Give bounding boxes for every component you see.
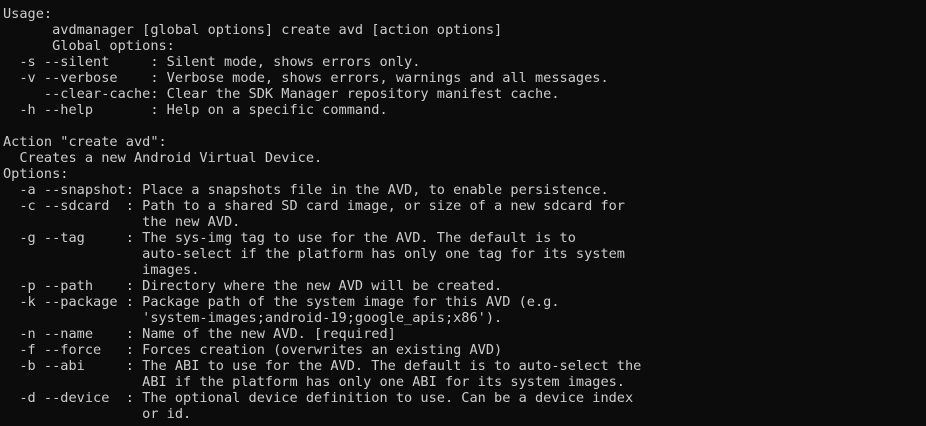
option-path: -p --path : Directory where the new AVD …: [3, 278, 503, 294]
option-abi-cont: ABI if the platform has only one ABI for…: [3, 374, 625, 390]
option-device-cont: or id.: [3, 406, 192, 422]
option-force: -f --force : Forces creation (overwrites…: [3, 342, 503, 358]
terminal-console[interactable]: Usage: avdmanager [global options] creat…: [0, 0, 926, 426]
action-description: Creates a new Android Virtual Device.: [3, 150, 323, 166]
option-sdcard: -c --sdcard : Path to a shared SD card i…: [3, 198, 625, 214]
option-tag: -g --tag : The sys-img tag to use for th…: [3, 230, 576, 246]
option-abi: -b --abi : The ABI to use for the AVD. T…: [3, 358, 642, 374]
option-package-cont: 'system-images;android-19;google_apis;x8…: [3, 310, 503, 326]
option-tag-cont-1: auto-select if the platform has only one…: [3, 246, 625, 262]
option-clear-cache: --clear-cache: Clear the SDK Manager rep…: [3, 86, 560, 102]
option-name: -n --name : Name of the new AVD. [requir…: [3, 326, 396, 342]
option-sdcard-cont: the new AVD.: [3, 214, 241, 230]
option-verbose: -v --verbose : Verbose mode, shows error…: [3, 70, 609, 86]
global-options-header: Global options:: [3, 38, 175, 54]
usage-header: Usage:: [3, 6, 53, 22]
option-tag-cont-2: images.: [3, 262, 200, 278]
option-device: -d --device : The optional device defini…: [3, 390, 634, 406]
option-silent: -s --silent : Silent mode, shows errors …: [3, 54, 421, 70]
usage-syntax: avdmanager [global options] create avd […: [3, 22, 503, 38]
option-package: -k --package : Package path of the syste…: [3, 294, 560, 310]
options-header: Options:: [3, 166, 69, 182]
action-header: Action "create avd":: [3, 134, 167, 150]
option-help: -h --help : Help on a specific command.: [3, 102, 388, 118]
option-snapshot: -a --snapshot: Place a snapshots file in…: [3, 182, 609, 198]
